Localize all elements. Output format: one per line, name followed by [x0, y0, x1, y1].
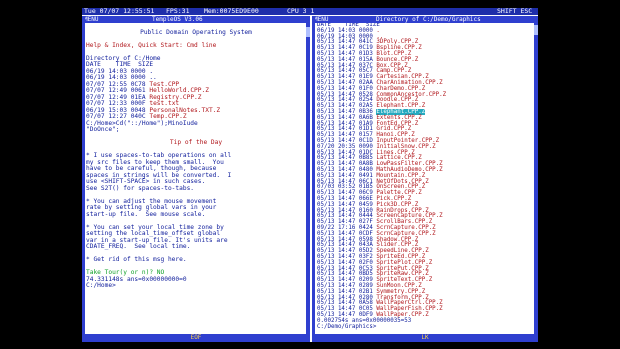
tip-of-the-day-heading: Tip of the Day: [169, 139, 223, 146]
left-window-scrollbar[interactable]: [306, 23, 310, 334]
left-window-border: [82, 16, 85, 342]
terminal-line: Public Domain Operating System: [140, 28, 252, 36]
right-window-titlebar[interactable]: MENU Directory of C:/Demo/Graphics: [312, 16, 538, 23]
terminal-line: See S2T() for spaces-to-tabs.: [86, 184, 195, 192]
fps-readout: FPS:31: [166, 8, 190, 15]
help-quickstart-links[interactable]: Help & Index, Quick Start: Cmd line: [86, 42, 216, 50]
left-scroll-thumb[interactable]: [306, 27, 310, 37]
lk-indicator: LK: [421, 334, 429, 341]
left-window-titlebar[interactable]: MENU TempleOS V3.06: [82, 16, 310, 23]
memory-readout: Mem:0075ED9E00: [204, 8, 259, 15]
left-window-content[interactable]: Public Domain Operating System Help & Ind…: [86, 23, 306, 334]
shift-esc-indicator[interactable]: SHIFT ESC: [497, 8, 532, 15]
terminal-line: start-up file. See mouse scale.: [86, 210, 206, 218]
date-time: Tue 07/07 12:55:51: [84, 8, 155, 15]
left-window-menu-button[interactable]: MENU: [84, 16, 98, 23]
right-window-statusbar: LK: [312, 334, 538, 342]
right-window-title: Directory of C:/Demo/Graphics: [376, 16, 481, 23]
left-window-statusbar: EOF: [82, 334, 310, 342]
right-window-content[interactable]: DATE TIME SIZE 06/19 14:03 0000 . 06/19 14…: [317, 23, 532, 334]
right-window-menu-button[interactable]: MENU: [314, 16, 328, 23]
right-scroll-thumb[interactable]: [534, 25, 538, 35]
system-status-bar: Tue 07/07 12:55:51 FPS:31 Mem:0075ED9E00…: [82, 8, 538, 15]
terminal-line: * Get rid of this msg here.: [86, 256, 187, 263]
right-window-scrollbar[interactable]: [534, 23, 538, 334]
terminal-line: CDATE_FREQ. See local time.: [86, 243, 191, 250]
right-window-border: [312, 16, 315, 342]
terminal-line: "DoOnce";: [86, 126, 120, 133]
left-window-title: TempleOS V3.06: [152, 16, 203, 23]
eof-indicator: EOF: [190, 334, 202, 341]
templeos-screen: Tue 07/07 12:55:51 FPS:31 Mem:0075ED9E00…: [82, 8, 538, 342]
cpu-readout: CPU 3 1: [287, 8, 315, 15]
terminal-line: C:/Home>: [86, 282, 116, 289]
command-prompt[interactable]: C:/Demo/Graphics>: [317, 324, 376, 331]
